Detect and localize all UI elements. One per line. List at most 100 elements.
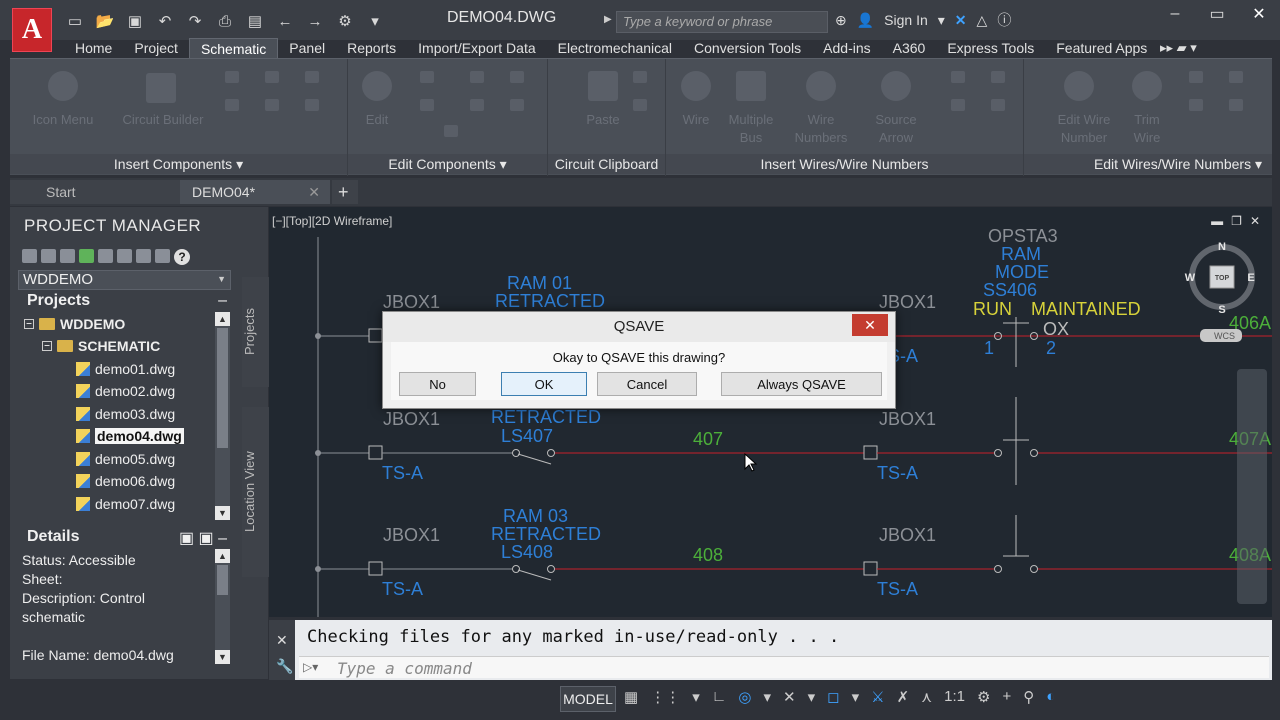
source-arrow-icon[interactable] (881, 71, 911, 101)
project-select[interactable]: WDDEMO ▼ (18, 270, 231, 290)
cancel-button[interactable]: Cancel (597, 372, 697, 396)
new-file-icon[interactable]: ▭ (64, 11, 86, 31)
source-arrow-button[interactable]: Source Arrow (866, 111, 926, 147)
project-icon[interactable]: ▤ (244, 11, 266, 31)
forward-arrow-icon[interactable]: → (304, 11, 326, 31)
help-icon[interactable]: ? (174, 249, 190, 265)
edit-tool-icon[interactable] (420, 71, 434, 83)
new-project-icon[interactable] (41, 249, 56, 263)
insert-tool-icon[interactable] (305, 99, 319, 111)
exchange-icon[interactable]: ✕ (955, 12, 967, 29)
group-label[interactable]: Edit Wires/Wire Numbers ▾ (1024, 154, 1272, 174)
tab-projects[interactable]: Projects (242, 277, 270, 387)
insert-tool-icon[interactable] (265, 99, 279, 111)
wire-tool-icon[interactable] (951, 99, 965, 111)
insert-tool-icon[interactable] (225, 99, 239, 111)
insert-tool-icon[interactable] (305, 71, 319, 83)
tab-conversion-tools[interactable]: Conversion Tools (683, 38, 812, 60)
copy-icon[interactable] (633, 99, 647, 111)
model-space-button[interactable]: MODEL (560, 686, 616, 712)
ok-button[interactable]: OK (501, 372, 587, 396)
cut-icon[interactable] (633, 71, 647, 83)
auto-scale-icon[interactable]: ⋏ (921, 688, 932, 706)
always-qsave-button[interactable]: Always QSAVE (721, 372, 882, 396)
polar-dropdown-icon[interactable]: ▾ (764, 688, 772, 706)
wire-icon[interactable] (681, 71, 711, 101)
wire-edit-tool-icon[interactable] (1189, 71, 1203, 83)
edit-tool-icon[interactable] (470, 71, 484, 83)
command-input[interactable]: ▷▾ Type a command (299, 656, 1269, 678)
group-label[interactable]: Insert Components ▾ (10, 154, 347, 174)
tab-schematic[interactable]: Schematic (188, 38, 279, 60)
tree-file-item-selected[interactable]: demo04.dwg (76, 426, 184, 446)
workspace-icon[interactable]: ⚲ (1023, 688, 1034, 706)
a360-icon[interactable]: △ (977, 12, 988, 29)
edit-tool-icon[interactable] (510, 71, 524, 83)
multiple-bus-button[interactable]: Multiple Bus (721, 111, 781, 147)
tab-home[interactable]: Home (64, 38, 123, 60)
insert-tool-icon[interactable] (225, 71, 239, 83)
tab-electromechanical[interactable]: Electromechanical (547, 38, 683, 60)
icon-menu-button[interactable]: Icon Menu (18, 111, 108, 129)
tab-a360[interactable]: A360 (882, 38, 937, 60)
isodraft-icon[interactable]: ✕ (783, 688, 796, 706)
edit-icon[interactable] (362, 71, 392, 101)
back-arrow-icon[interactable]: ← (274, 11, 296, 31)
paste-icon[interactable] (588, 71, 618, 101)
collapse-node-icon[interactable]: – (42, 341, 52, 351)
tab-start[interactable]: Start (10, 180, 180, 204)
undo-icon[interactable]: ↶ (154, 11, 176, 31)
project-properties-icon[interactable] (98, 249, 113, 263)
annotation-scale-icon[interactable]: ⚔ (871, 688, 884, 706)
scroll-up-icon[interactable]: ▲ (215, 549, 230, 563)
edit-tool-icon[interactable] (420, 99, 434, 111)
scroll-down-icon[interactable]: ▼ (215, 506, 230, 520)
tree-file-item[interactable]: demo02.dwg (76, 381, 175, 401)
snap-dropdown-icon[interactable]: ▾ (692, 688, 700, 706)
tab-express-tools[interactable]: Express Tools (936, 38, 1045, 60)
group-label[interactable]: Circuit Clipboard (548, 154, 665, 174)
collapse-icon[interactable]: ▣ ▣ – (179, 528, 227, 548)
customize-qat-icon[interactable]: ▾ (364, 11, 386, 31)
wire-edit-tool-icon[interactable] (1229, 71, 1243, 83)
tab-location-view[interactable]: Location View (242, 407, 270, 577)
wire-edit-tool-icon[interactable] (1229, 99, 1243, 111)
help-icon[interactable]: ⓘ (997, 10, 1011, 30)
tab-featured-apps[interactable]: Featured Apps (1045, 38, 1158, 60)
projects-section-header[interactable]: Projects – (18, 292, 231, 312)
reports-icon[interactable] (136, 249, 151, 263)
collapse-icon[interactable]: – (218, 292, 227, 310)
workspace-icon[interactable]: ⚙ (334, 11, 356, 31)
settings-icon[interactable] (155, 249, 170, 263)
plot-icon[interactable]: ⎙ (214, 11, 236, 31)
trim-wire-icon[interactable] (1132, 71, 1162, 101)
search-expand-icon[interactable]: ▶ (604, 14, 612, 25)
ribbon-overflow-icon[interactable]: ▸▸ ▰ ▾ (1160, 40, 1197, 56)
wire-tool-icon[interactable] (991, 99, 1005, 111)
tab-add-ins[interactable]: Add-ins (812, 38, 881, 60)
new-drawing-icon[interactable] (60, 249, 75, 263)
edit-button[interactable]: Edit (348, 111, 406, 129)
edit-tool-icon[interactable] (470, 99, 484, 111)
circuit-builder-button[interactable]: Circuit Builder (108, 111, 218, 129)
isodraft-dropdown-icon[interactable]: ▾ (808, 688, 816, 706)
refresh-icon[interactable] (79, 249, 94, 263)
object-snap-dropdown-icon[interactable]: ▾ (852, 688, 860, 706)
edit-tool-icon[interactable] (510, 99, 524, 111)
scale-value[interactable]: 1:1 (944, 688, 965, 706)
object-snap-icon[interactable]: ◻ (827, 688, 839, 706)
save-icon[interactable]: ▣ (124, 11, 146, 31)
application-menu-button[interactable]: A (12, 8, 52, 52)
tree-folder-node[interactable]: – SCHEMATIC (42, 336, 160, 356)
close-window-icon[interactable]: ✕ (1238, 0, 1280, 28)
grid-icon[interactable]: ▦ (624, 688, 638, 706)
scroll-up-icon[interactable]: ▲ (215, 312, 230, 326)
open-file-icon[interactable]: 📂 (94, 11, 116, 31)
search-input[interactable]: Type a keyword or phrase (616, 11, 828, 33)
wire-tool-icon[interactable] (951, 71, 965, 83)
details-scrollbar[interactable]: ▲ ▼ (215, 549, 230, 664)
new-tab-button[interactable]: + (332, 180, 358, 204)
tab-import-export-data[interactable]: Import/Export Data (407, 38, 547, 60)
navigation-bar[interactable] (1237, 369, 1267, 604)
gear-icon[interactable]: ⚙ (977, 688, 990, 706)
